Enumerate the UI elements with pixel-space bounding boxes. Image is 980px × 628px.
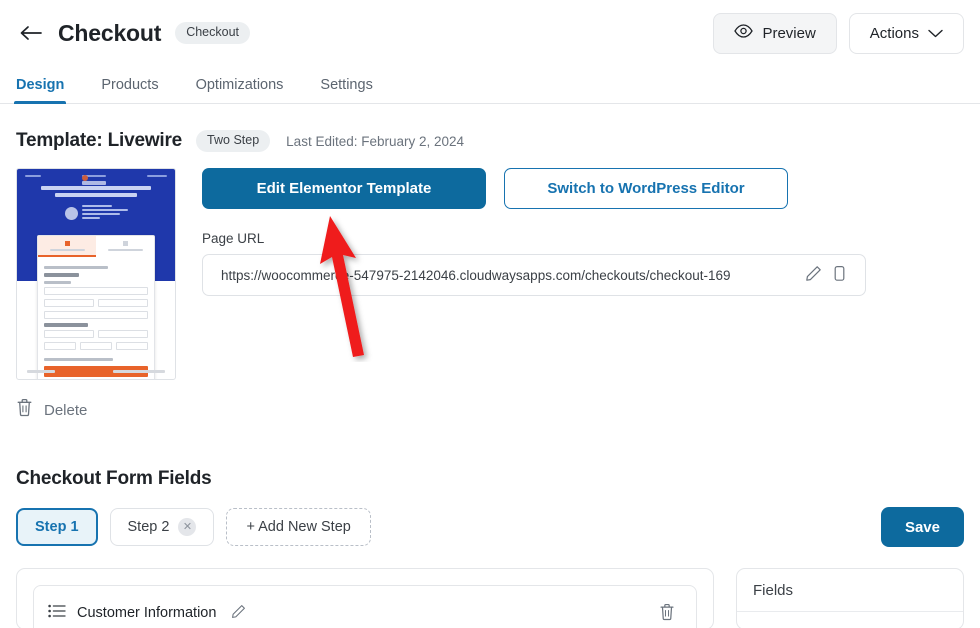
pencil-icon [231, 604, 246, 622]
template-body: Edit Elementor Template Switch to WordPr… [0, 152, 980, 380]
switch-to-wordpress-editor-button[interactable]: Switch to WordPress Editor [504, 168, 788, 209]
fields-library-panel: Fields [736, 568, 964, 628]
thumbnail-logo-icon [82, 175, 106, 185]
template-actions: Edit Elementor Template Switch to WordPr… [202, 168, 964, 380]
thumbnail-checkout-card [37, 235, 155, 379]
thumbnail-nav [25, 175, 167, 185]
chevron-down-icon [928, 25, 943, 42]
template-title: Template: Livewire [16, 130, 183, 151]
back-button[interactable] [14, 16, 48, 50]
copy-url-button[interactable] [826, 262, 852, 288]
edit-field-button[interactable] [225, 600, 251, 626]
step-tab-2[interactable]: Step 2 ✕ [109, 508, 215, 546]
page-title: Checkout [58, 19, 162, 46]
tab-optimizations[interactable]: Optimizations [196, 77, 284, 103]
edit-url-button[interactable] [800, 262, 826, 288]
template-last-edited: Last Edited: February 2, 2024 [286, 133, 465, 149]
template-button-row: Edit Elementor Template Switch to WordPr… [202, 168, 964, 209]
step-tab-1-label: Step 1 [35, 519, 79, 535]
field-row-customer-information[interactable]: Customer Information [33, 585, 697, 628]
preview-label: Preview [762, 24, 816, 42]
tab-settings[interactable]: Settings [320, 77, 372, 103]
step-tab-1[interactable]: Step 1 [16, 508, 98, 546]
pencil-icon [805, 265, 822, 285]
template-type-badge: Two Step [196, 130, 271, 152]
save-button[interactable]: Save [880, 507, 964, 547]
page-url-field[interactable]: https://woocommerce-547975-2142046.cloud… [202, 254, 866, 296]
fields-panel-title: Fields [737, 569, 963, 612]
page-url-label: Page URL [202, 231, 265, 246]
steps-toolbar: Step 1 Step 2 ✕ + Add New Step Save [16, 507, 964, 547]
fields-panels: Customer Information Fields [16, 568, 964, 628]
trash-icon [16, 398, 33, 422]
page-type-badge: Checkout [175, 22, 251, 44]
app-page: Checkout Checkout Preview Actions Design… [0, 0, 980, 628]
template-thumbnail[interactable] [16, 168, 176, 380]
actions-label: Actions [869, 24, 919, 42]
thumbnail-footer [17, 370, 175, 373]
checkout-form-fields-title: Checkout Form Fields [16, 468, 212, 489]
delete-label: Delete [44, 401, 88, 419]
template-header: Template: Livewire Two Step Last Edited:… [0, 104, 980, 152]
copy-icon [831, 265, 848, 285]
avatar [64, 206, 78, 220]
page-header: Checkout Checkout Preview Actions [0, 0, 980, 66]
add-new-step-button[interactable]: + Add New Step [226, 508, 371, 546]
tab-design[interactable]: Design [13, 77, 67, 104]
close-icon[interactable]: ✕ [178, 518, 197, 536]
arrow-left-icon [19, 24, 43, 42]
delete-field-button[interactable] [654, 600, 680, 626]
form-fields-list-panel: Customer Information [16, 568, 714, 628]
thumbnail-step-tabs [38, 236, 154, 257]
list-icon[interactable] [48, 604, 66, 623]
actions-button[interactable]: Actions [848, 12, 964, 54]
delete-template-button[interactable]: Delete [16, 398, 124, 422]
step-tab-2-label: Step 2 [127, 519, 170, 535]
preview-button[interactable]: Preview [713, 12, 837, 54]
thumbnail-headline [25, 186, 167, 197]
eye-icon [734, 24, 754, 42]
trash-icon [659, 603, 675, 624]
page-url-value: https://woocommerce-547975-2142046.cloud… [221, 267, 731, 283]
field-row-label: Customer Information [77, 605, 217, 621]
tab-products[interactable]: Products [101, 77, 158, 103]
edit-elementor-template-button[interactable]: Edit Elementor Template [202, 168, 486, 209]
thumbnail-avatar-block [25, 205, 167, 221]
tab-bar: Design Products Optimizations Settings [0, 66, 980, 104]
thumbnail-form [38, 257, 154, 379]
